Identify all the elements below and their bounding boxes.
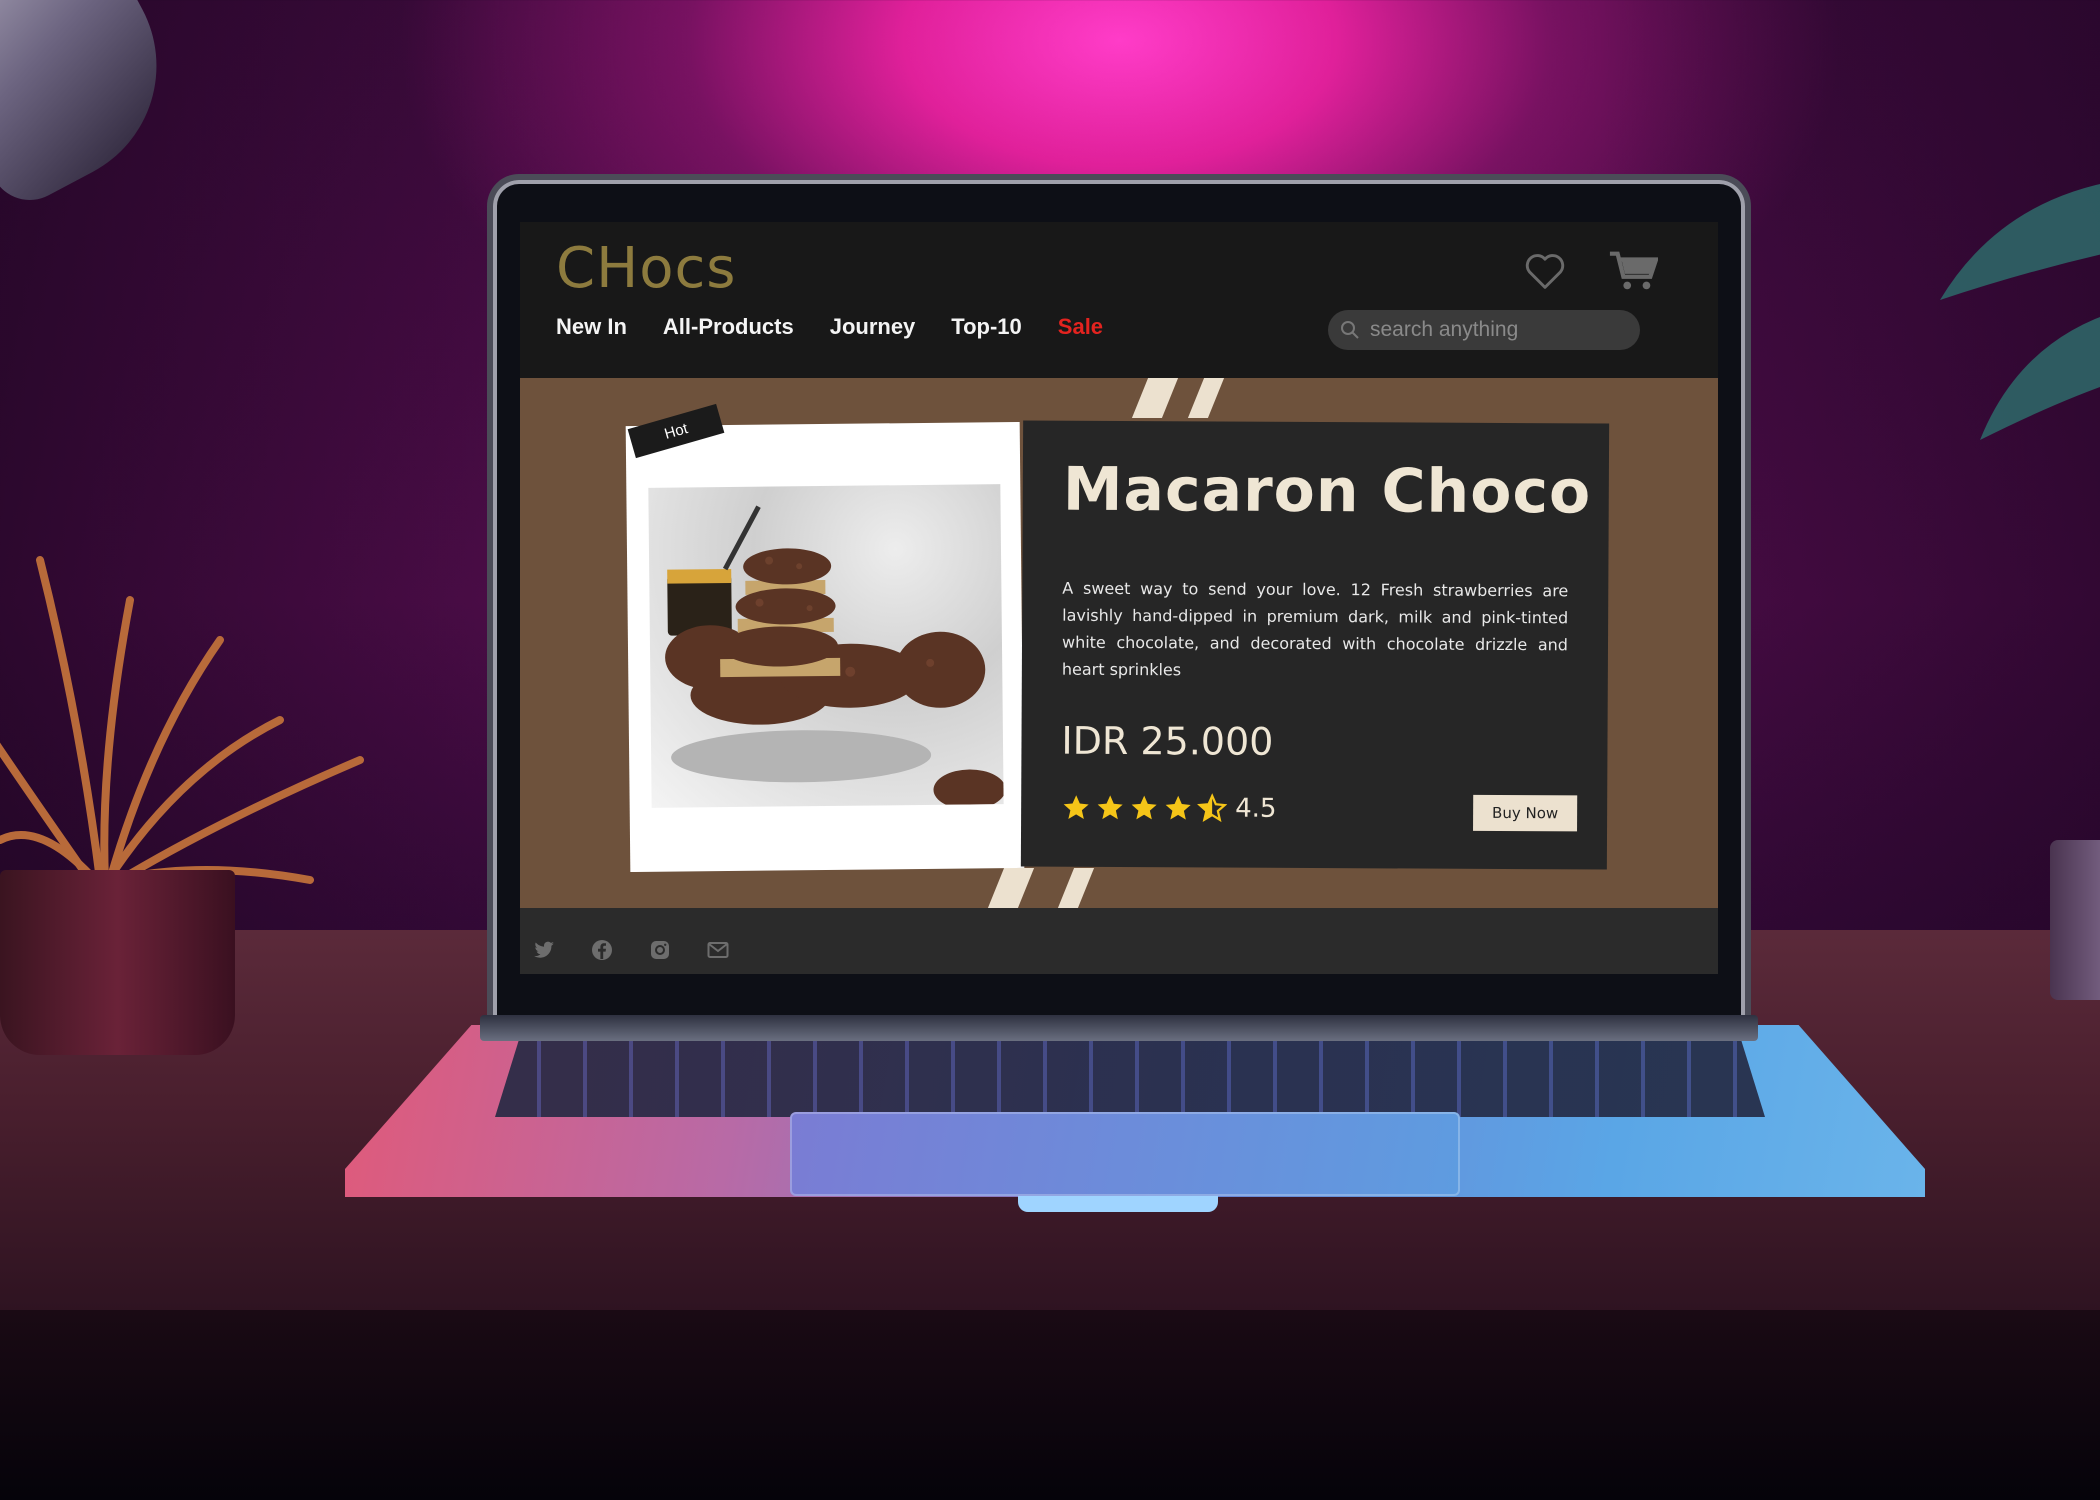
rating-value: 4.5 (1235, 793, 1277, 824)
site-header: CHocs New In All-Products Journey Top-10… (520, 222, 1718, 378)
product-photo (648, 484, 1004, 808)
plant-right (1940, 184, 2100, 440)
site-footer (520, 908, 1718, 974)
cart-button[interactable] (1608, 248, 1658, 294)
product-info-card: Macaron Choco A sweet way to send your l… (1020, 420, 1610, 870)
nav-item-journey[interactable]: Journey (830, 314, 916, 340)
product-description: A sweet way to send your love. 12 Fresh … (1061, 578, 1569, 680)
wishlist-button[interactable] (1520, 248, 1570, 294)
cart-icon (1609, 251, 1658, 290)
main-nav: New In All-Products Journey Top-10 Sale (556, 314, 1103, 340)
search-input[interactable] (1368, 317, 1622, 343)
star-icon (1097, 795, 1123, 820)
buy-now-button[interactable]: Buy Now (1473, 794, 1578, 832)
product-price: IDR 25.000 (1061, 718, 1274, 764)
hero-banner: Hot Macaron Choco A sweet way to send yo… (520, 378, 1718, 908)
header-icons (1520, 248, 1658, 294)
product-title: Macaron Choco (1062, 454, 1592, 528)
mail-icon[interactable] (706, 938, 730, 962)
star-icon (1165, 795, 1191, 820)
product-image-card (625, 421, 1025, 873)
stripe-top-2 (1187, 378, 1225, 418)
nav-item-top-10[interactable]: Top-10 (951, 314, 1021, 340)
laptop-keyboard (495, 1035, 1765, 1117)
star-icon (1063, 795, 1089, 820)
search-icon (1340, 319, 1362, 341)
laptop-hinge (480, 1015, 1758, 1041)
star-icon (1131, 795, 1157, 820)
search-bar (1328, 310, 1640, 350)
heart-icon (1525, 254, 1565, 289)
cup (2050, 840, 2100, 1000)
nav-item-new-in[interactable]: New In (556, 314, 627, 340)
laptop-trackpad (790, 1112, 1460, 1196)
nav-item-sale[interactable]: Sale (1058, 314, 1103, 340)
instagram-icon[interactable] (648, 938, 672, 962)
site-logo[interactable]: CHocs (556, 236, 736, 301)
star-half-icon (1197, 793, 1228, 823)
stripe-top-1 (1131, 378, 1179, 418)
desk-edge (0, 1310, 2100, 1500)
plant-left (0, 556, 364, 884)
stripe-bottom-2 (1057, 868, 1095, 908)
nav-item-all-products[interactable]: All-Products (663, 314, 794, 340)
plant-pot (0, 870, 235, 1055)
facebook-icon[interactable] (590, 938, 614, 962)
twitter-icon[interactable] (532, 938, 556, 962)
social-links (532, 938, 730, 962)
laptop-screen: CHocs New In All-Products Journey Top-10… (520, 222, 1718, 974)
stripe-bottom-1 (987, 868, 1035, 908)
product-rating: 4.5 (1061, 793, 1277, 824)
laptop-notch (1018, 1196, 1218, 1212)
